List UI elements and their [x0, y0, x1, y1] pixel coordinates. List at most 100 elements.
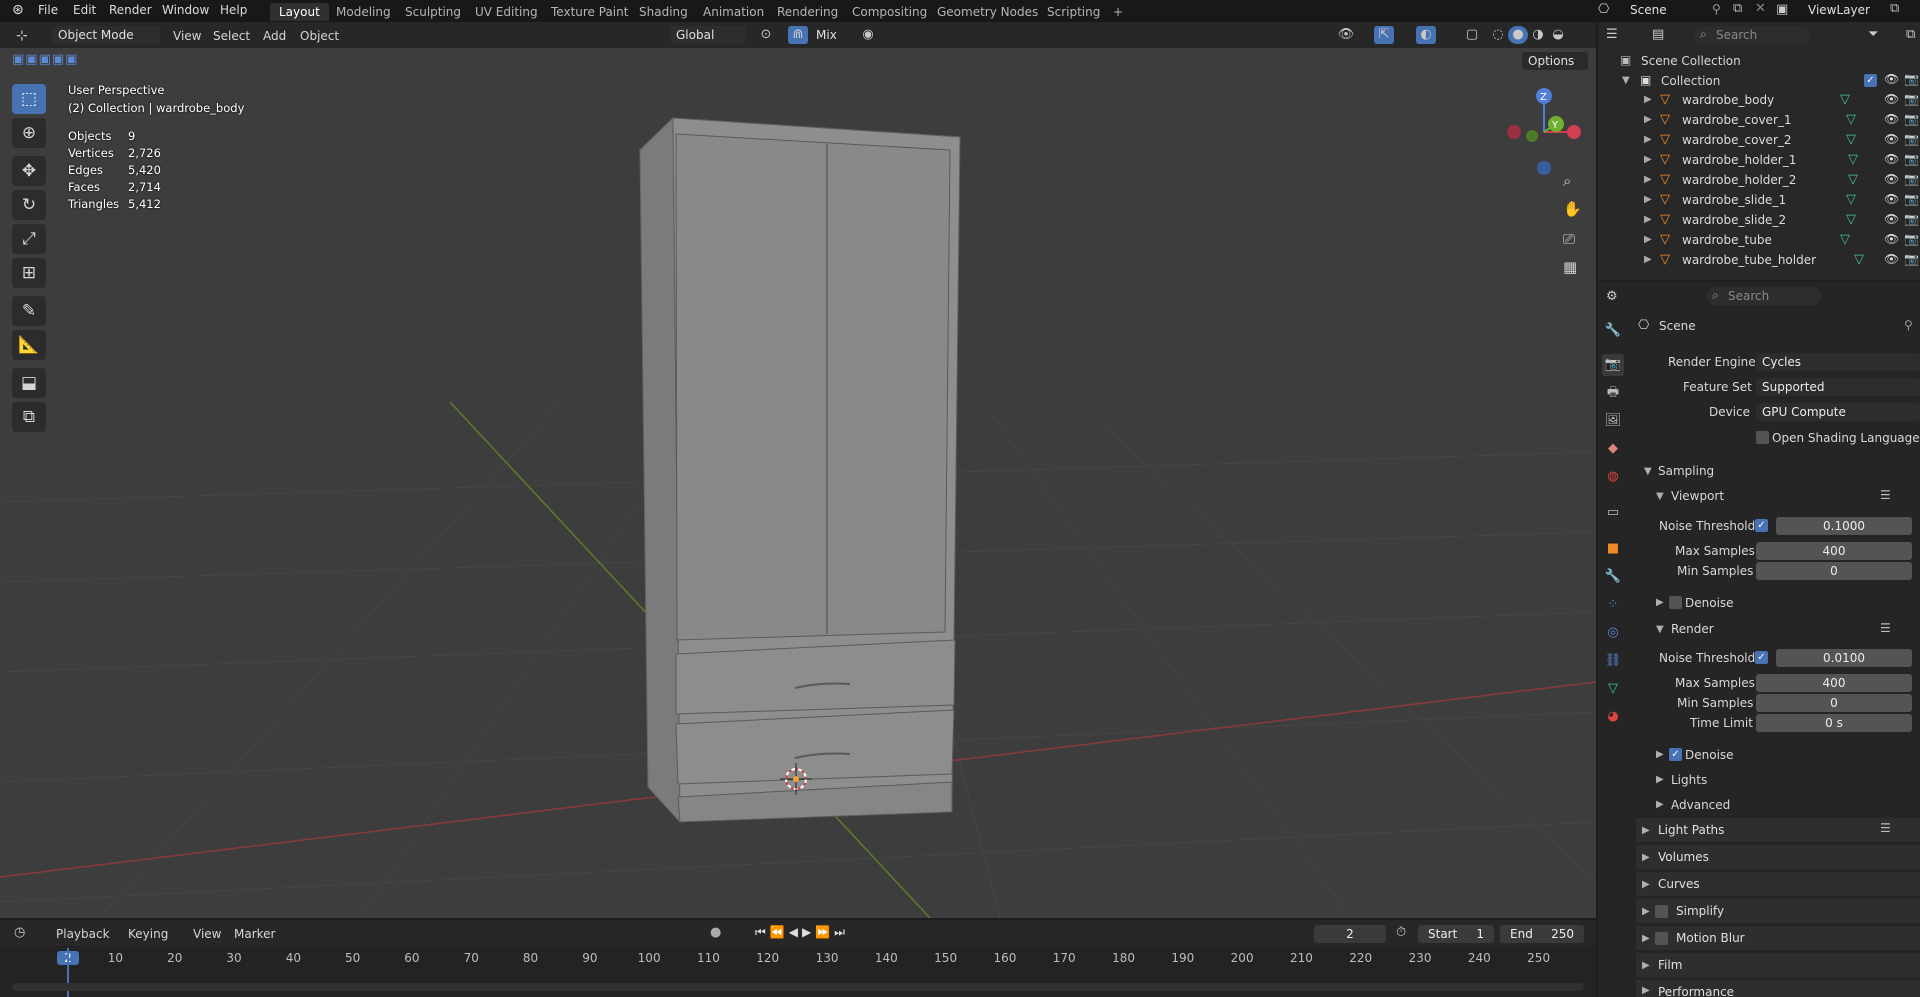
object-name[interactable]: wardrobe_cover_1: [1682, 113, 1792, 127]
motion-blur-expand-icon[interactable]: ▶: [1642, 933, 1650, 944]
simplify-checkbox[interactable]: [1655, 905, 1668, 918]
new-scene-icon[interactable]: ⧉: [1733, 1, 1742, 16]
object-render-icon[interactable]: 📷: [1904, 132, 1919, 146]
add-object-tool-icon[interactable]: ⧉: [12, 402, 46, 432]
object-visibility-icon[interactable]: 👁: [1884, 192, 1899, 206]
r-denoise-label[interactable]: Denoise: [1685, 748, 1734, 762]
render-presets-icon[interactable]: ☰: [1880, 621, 1891, 635]
modifier-tab-icon[interactable]: 🔧: [1602, 566, 1624, 588]
camera-view-icon[interactable]: ⎚: [1563, 230, 1575, 248]
outliner-row[interactable]: ▶ ▽ wardrobe_body ▽ 👁 📷: [1640, 92, 1920, 112]
curves-panel[interactable]: Curves: [1636, 872, 1920, 896]
tab-geometry-nodes[interactable]: Geometry Nodes: [928, 3, 1047, 21]
object-render-icon[interactable]: 📷: [1904, 252, 1919, 266]
object-render-icon[interactable]: 📷: [1904, 232, 1919, 246]
current-frame-field[interactable]: 2: [1314, 925, 1386, 943]
outliner-row[interactable]: ▶ ▽ wardrobe_holder_1 ▽ 👁 📷: [1640, 152, 1920, 172]
curves-expand-icon[interactable]: ▶: [1642, 879, 1650, 890]
end-frame-field[interactable]: End 250: [1500, 925, 1584, 943]
snap-mode-dropdown[interactable]: Mix: [810, 26, 858, 44]
expand-arrow-icon[interactable]: ▶: [1644, 94, 1652, 105]
mode-dropdown[interactable]: Object Mode: [52, 26, 160, 44]
render-expand-icon[interactable]: ▼: [1656, 624, 1664, 635]
vp-min-samples-field[interactable]: 0: [1756, 562, 1912, 580]
delete-scene-icon[interactable]: ✕: [1755, 1, 1766, 16]
marker-menu[interactable]: Marker: [234, 927, 275, 941]
perspective-grid-icon[interactable]: ▦: [1563, 258, 1577, 276]
motion-blur-panel[interactable]: Motion Blur: [1636, 926, 1920, 950]
properties-search-input[interactable]: Search: [1706, 287, 1822, 305]
render-engine-dropdown[interactable]: Cycles: [1756, 353, 1920, 371]
object-visibility-icon[interactable]: 👁: [1884, 152, 1899, 166]
wireframe-shading-icon[interactable]: ◌: [1488, 26, 1508, 44]
material-tab-icon[interactable]: ◕: [1602, 706, 1624, 728]
light-paths-expand-icon[interactable]: ▶: [1642, 825, 1650, 836]
viewport-presets-icon[interactable]: ☰: [1880, 488, 1891, 502]
advanced-expand-icon[interactable]: ▶: [1656, 799, 1664, 810]
navigation-gizmo[interactable]: Z Y: [1496, 82, 1586, 182]
material-shading-icon[interactable]: ◑: [1528, 26, 1548, 44]
view-layer-tab-icon[interactable]: 🖼: [1602, 410, 1624, 432]
display-mode-icon[interactable]: ▤: [1652, 27, 1664, 42]
outliner-row[interactable]: ▶ ▽ wardrobe_tube_holder ▽ 👁 📷: [1640, 252, 1920, 272]
zoom-icon[interactable]: ⌕: [1563, 172, 1571, 190]
volumes-expand-icon[interactable]: ▶: [1642, 852, 1650, 863]
overlay-toggle-icon[interactable]: ◐: [1416, 26, 1436, 44]
volumes-panel[interactable]: Volumes: [1636, 845, 1920, 869]
gizmo-toggle-icon[interactable]: ⇱: [1374, 26, 1394, 44]
menu-add[interactable]: Add: [263, 29, 286, 43]
render-subheader[interactable]: Render: [1671, 622, 1714, 636]
tab-modeling[interactable]: Modeling: [327, 3, 400, 21]
scene-collection-label[interactable]: Scene Collection: [1641, 54, 1741, 68]
timeline-editor-icon[interactable]: ◷: [14, 925, 25, 940]
object-tab-icon[interactable]: ■: [1602, 538, 1624, 560]
outliner-row[interactable]: ▶ ▽ wardrobe_slide_1 ▽ 👁 📷: [1640, 192, 1920, 212]
3d-viewport[interactable]: Z Y ⌕ ✋ ⎚ ▦ User Perspective (2) Collect…: [0, 22, 1596, 918]
outliner-row[interactable]: ▶ ▽ wardrobe_holder_2 ▽ 👁 📷: [1640, 172, 1920, 192]
simplify-expand-icon[interactable]: ▶: [1642, 906, 1650, 917]
menu-file[interactable]: File: [38, 3, 58, 17]
proportional-edit-icon[interactable]: ◉: [858, 26, 878, 44]
scene-name[interactable]: Scene: [1630, 3, 1667, 17]
outliner-row[interactable]: ▶ ▽ wardrobe_tube ▽ 👁 📷: [1640, 232, 1920, 252]
particles-tab-icon[interactable]: ⁘: [1602, 594, 1624, 616]
annotate-tool-icon[interactable]: ✎: [12, 296, 46, 326]
osl-checkbox[interactable]: [1756, 431, 1769, 444]
tab-compositing[interactable]: Compositing: [843, 3, 936, 21]
simplify-panel[interactable]: Simplify: [1636, 899, 1920, 923]
outliner-type-icon[interactable]: ☰: [1606, 27, 1618, 42]
output-tab-icon[interactable]: 🖶: [1602, 382, 1624, 404]
pin-icon[interactable]: ⚲: [1712, 2, 1721, 16]
properties-type-icon[interactable]: ⚙: [1606, 289, 1618, 304]
data-tab-icon[interactable]: ▽: [1602, 678, 1624, 700]
menu-help[interactable]: Help: [220, 3, 247, 17]
menu-edit[interactable]: Edit: [73, 3, 96, 17]
expand-arrow-icon[interactable]: ▶: [1644, 154, 1652, 165]
tab-sculpting[interactable]: Sculpting: [396, 3, 470, 21]
sampling-header[interactable]: Sampling: [1658, 464, 1714, 478]
expand-arrow-icon[interactable]: ▶: [1644, 134, 1652, 145]
object-render-icon[interactable]: 📷: [1904, 92, 1919, 106]
menu-render[interactable]: Render: [109, 3, 152, 17]
object-visibility-icon[interactable]: 👁: [1884, 132, 1899, 146]
preview-range-icon[interactable]: ⏱: [1396, 925, 1406, 940]
solid-shading-icon[interactable]: ●: [1508, 26, 1528, 44]
collection-render-icon[interactable]: 📷: [1904, 72, 1919, 86]
vp-denoise-checkbox[interactable]: [1669, 596, 1682, 609]
visibility-icon[interactable]: 👁: [1336, 26, 1356, 44]
r-noise-threshold-field[interactable]: 0.0100: [1776, 649, 1912, 667]
r-time-limit-field[interactable]: 0 s: [1756, 714, 1912, 732]
tab-scripting[interactable]: Scripting: [1038, 3, 1109, 21]
editor-type-icon[interactable]: ⊹: [16, 28, 28, 44]
vp-max-samples-field[interactable]: 400: [1756, 542, 1912, 560]
keying-menu[interactable]: Keying: [128, 927, 168, 941]
collection-visibility-icon[interactable]: 👁: [1884, 72, 1899, 86]
vp-denoise-expand-icon[interactable]: ▶: [1656, 597, 1664, 608]
r-noise-threshold-checkbox[interactable]: ✓: [1755, 651, 1768, 664]
object-visibility-icon[interactable]: 👁: [1884, 172, 1899, 186]
expand-arrow-icon[interactable]: ▶: [1644, 194, 1652, 205]
object-name[interactable]: wardrobe_tube_holder: [1682, 253, 1816, 267]
feature-set-dropdown[interactable]: Supported: [1756, 378, 1920, 396]
device-dropdown[interactable]: GPU Compute: [1756, 403, 1920, 421]
timeline-view-menu[interactable]: View: [193, 927, 221, 941]
